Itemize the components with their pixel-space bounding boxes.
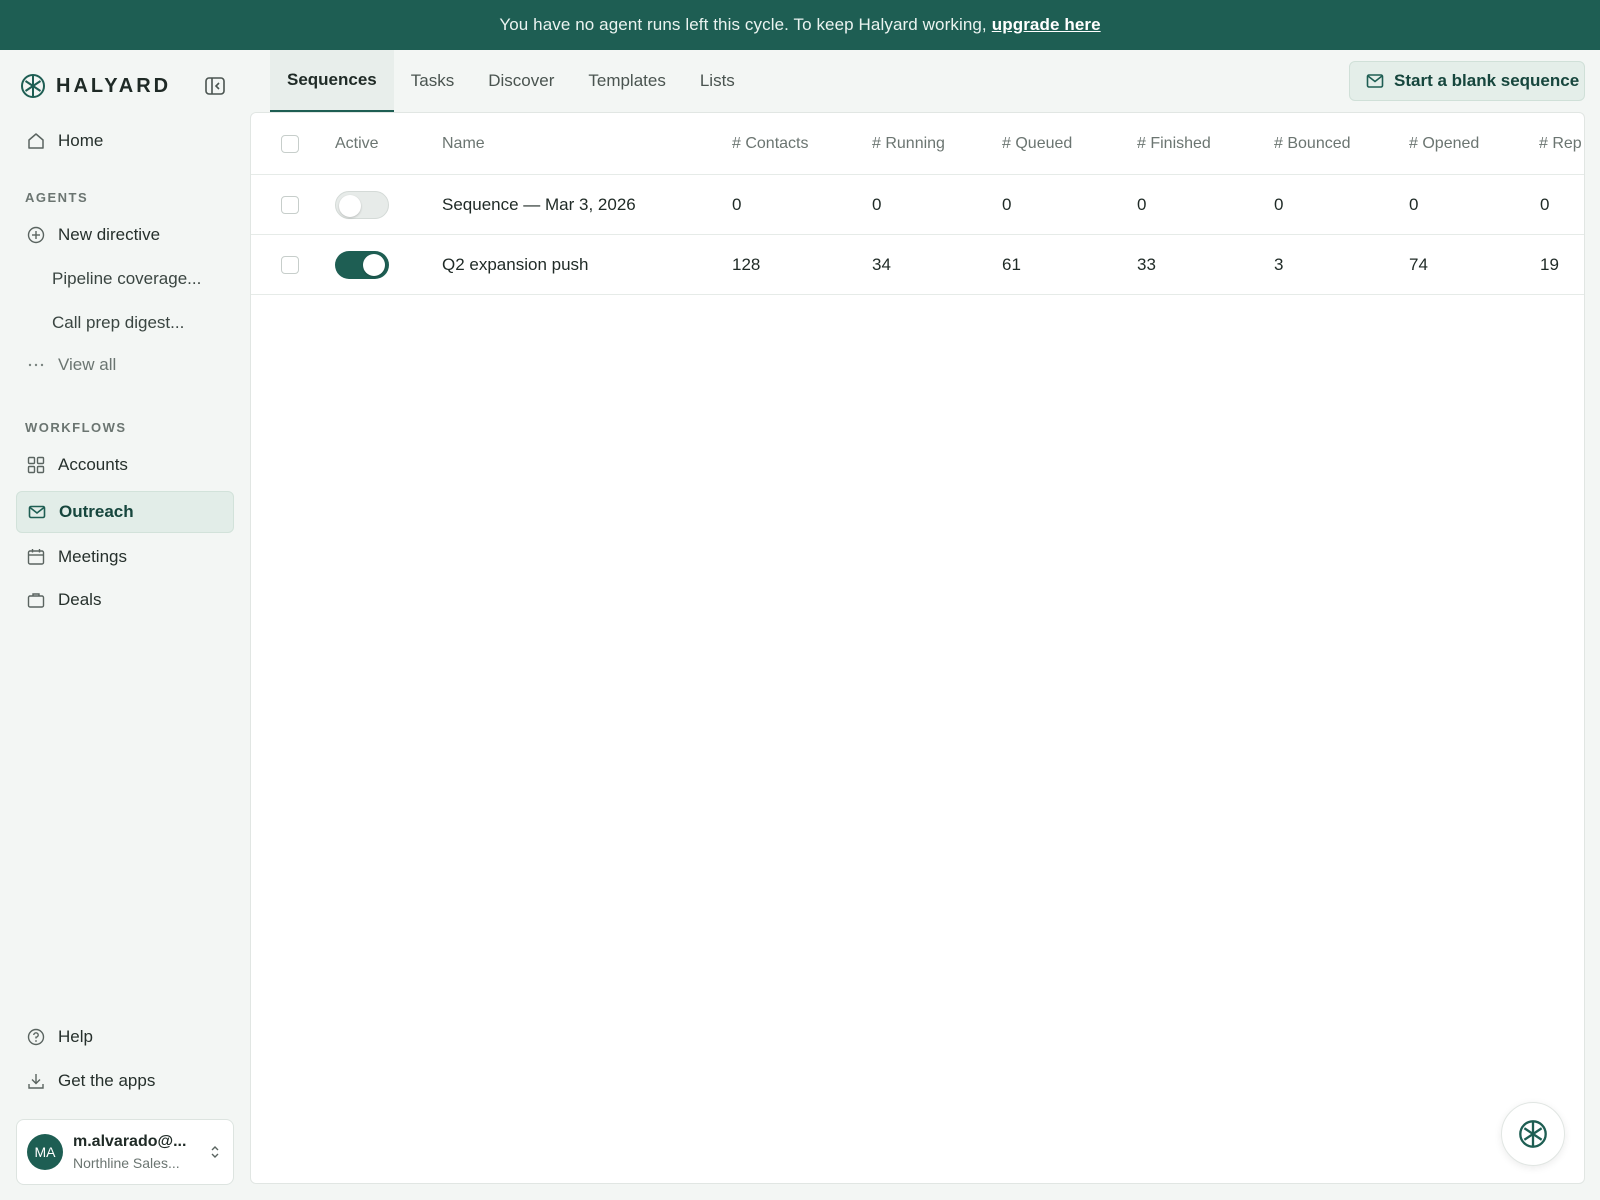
sidebar-item-label: Call prep digest... [52, 313, 185, 332]
mail-icon [27, 502, 47, 522]
sidebar-item-label: Accounts [58, 455, 128, 474]
column-header-queued[interactable]: # Queued [1002, 113, 1072, 174]
active-toggle[interactable] [335, 190, 389, 219]
toggle-knob [339, 194, 361, 217]
sidebar-item-get-apps[interactable]: Get the apps [16, 1060, 234, 1102]
column-header-name[interactable]: Name [442, 113, 485, 174]
start-blank-sequence-label: Start a blank sequence [1394, 71, 1580, 90]
sidebar-item-pipeline-coverage[interactable]: Pipeline coverage... [16, 258, 234, 300]
sequence-name[interactable]: Q2 expansion push [442, 235, 589, 294]
sidebar-item-label: Get the apps [58, 1071, 156, 1090]
sidebar: HALYARD Home AGENTS New directive Pipeli… [0, 50, 250, 1200]
finished-count: 0 [1137, 194, 1147, 214]
replied-count: 0 [1540, 194, 1550, 214]
select-all-checkbox[interactable] [281, 134, 299, 153]
column-header-finished[interactable]: # Finished [1137, 113, 1211, 174]
chevron-up-down-icon [211, 1146, 219, 1158]
sidebar-item-label: Pipeline coverage... [52, 269, 202, 288]
queued-count: 61 [1002, 254, 1021, 274]
column-header-replied[interactable]: # Rep [1539, 113, 1582, 174]
grid-icon [26, 455, 46, 475]
column-header-running[interactable]: # Running [872, 113, 945, 174]
finished-count: 33 [1137, 254, 1156, 274]
active-toggle[interactable] [335, 250, 389, 279]
toggle-knob [363, 253, 385, 276]
sidebar-item-call-prep-digest[interactable]: Call prep digest... [16, 302, 234, 344]
running-count: 0 [872, 194, 882, 214]
row-checkbox[interactable] [281, 195, 299, 214]
help-icon [26, 1027, 46, 1047]
plus-circle-icon [26, 225, 46, 245]
halyard-logo-icon [21, 74, 45, 98]
column-header-opened[interactable]: # Opened [1409, 113, 1479, 174]
sidebar-item-deals[interactable]: Deals [16, 579, 234, 621]
more-dots-icon [26, 355, 46, 375]
sidebar-item-label: Meetings [58, 547, 127, 566]
brand-name: HALYARD [56, 74, 172, 97]
tab-lists[interactable]: Lists [683, 50, 752, 112]
sidebar-item-accounts[interactable]: Accounts [16, 444, 234, 486]
tab-templates[interactable]: Templates [571, 50, 682, 112]
table-header: Active Name # Contacts # Running # Queue… [251, 113, 1584, 175]
upgrade-link[interactable]: upgrade here [992, 15, 1101, 35]
bounced-count: 0 [1274, 194, 1284, 214]
start-blank-sequence-button[interactable]: Start a blank sequence [1349, 61, 1585, 101]
avatar: MA [27, 1134, 63, 1170]
briefcase-icon [26, 590, 46, 610]
sequences-table: Active Name # Contacts # Running # Queue… [250, 112, 1585, 1184]
tab-sequences[interactable]: Sequences [270, 50, 394, 112]
sidebar-item-new-directive[interactable]: New directive [16, 214, 234, 256]
contacts-count: 0 [732, 194, 742, 214]
table-row[interactable]: Sequence — Mar 3, 2026 0 0 0 0 0 0 0 [251, 175, 1584, 235]
tab-discover[interactable]: Discover [471, 50, 571, 112]
bounced-count: 3 [1274, 254, 1284, 274]
account-email: m.alvarado@... [73, 1133, 187, 1150]
sidebar-item-label: Home [58, 131, 104, 150]
contacts-count: 128 [732, 254, 761, 274]
running-count: 34 [872, 254, 891, 274]
brand[interactable]: HALYARD [20, 72, 171, 100]
tab-tasks[interactable]: Tasks [394, 50, 471, 112]
workflows-section-label: WORKFLOWS [25, 420, 127, 435]
banner-message: You have no agent runs left this cycle. … [499, 15, 987, 34]
table-row[interactable]: Q2 expansion push 128 34 61 33 3 74 19 [251, 235, 1584, 295]
account-org: Northline Sales... [73, 1155, 180, 1171]
calendar-icon [26, 547, 46, 567]
halyard-logo-icon [1519, 1120, 1547, 1148]
sidebar-item-home[interactable]: Home [16, 120, 234, 162]
account-switcher[interactable]: MA m.alvarado@... Northline Sales... [16, 1119, 234, 1185]
sidebar-collapse-icon [205, 77, 225, 95]
sidebar-item-label: Outreach [59, 502, 134, 521]
column-header-contacts[interactable]: # Contacts [732, 113, 808, 174]
outreach-tabs: Sequences Tasks Discover Templates Lists [270, 50, 752, 112]
row-checkbox[interactable] [281, 255, 299, 274]
assistant-button[interactable] [1501, 1102, 1565, 1166]
sidebar-item-help[interactable]: Help [16, 1016, 234, 1058]
download-icon [26, 1071, 46, 1091]
queued-count: 0 [1002, 194, 1012, 214]
mail-icon [1366, 74, 1384, 88]
sidebar-item-outreach[interactable]: Outreach [16, 491, 234, 533]
sidebar-item-label: Deals [58, 590, 102, 609]
upgrade-banner: You have no agent runs left this cycle. … [0, 0, 1600, 50]
sidebar-item-view-all[interactable]: View all [16, 344, 234, 386]
sidebar-item-meetings[interactable]: Meetings [16, 536, 234, 578]
sidebar-item-label: New directive [58, 225, 161, 244]
agents-section-label: AGENTS [25, 190, 89, 205]
sequence-name[interactable]: Sequence — Mar 3, 2026 [442, 175, 636, 234]
sidebar-item-label: Help [58, 1027, 93, 1046]
replied-count: 19 [1540, 254, 1559, 274]
column-header-active[interactable]: Active [335, 113, 379, 174]
opened-count: 74 [1409, 254, 1428, 274]
opened-count: 0 [1409, 194, 1419, 214]
column-header-bounced[interactable]: # Bounced [1274, 113, 1351, 174]
home-icon [26, 131, 46, 151]
sidebar-item-label: View all [58, 355, 117, 374]
collapse-sidebar-button[interactable] [203, 74, 227, 98]
